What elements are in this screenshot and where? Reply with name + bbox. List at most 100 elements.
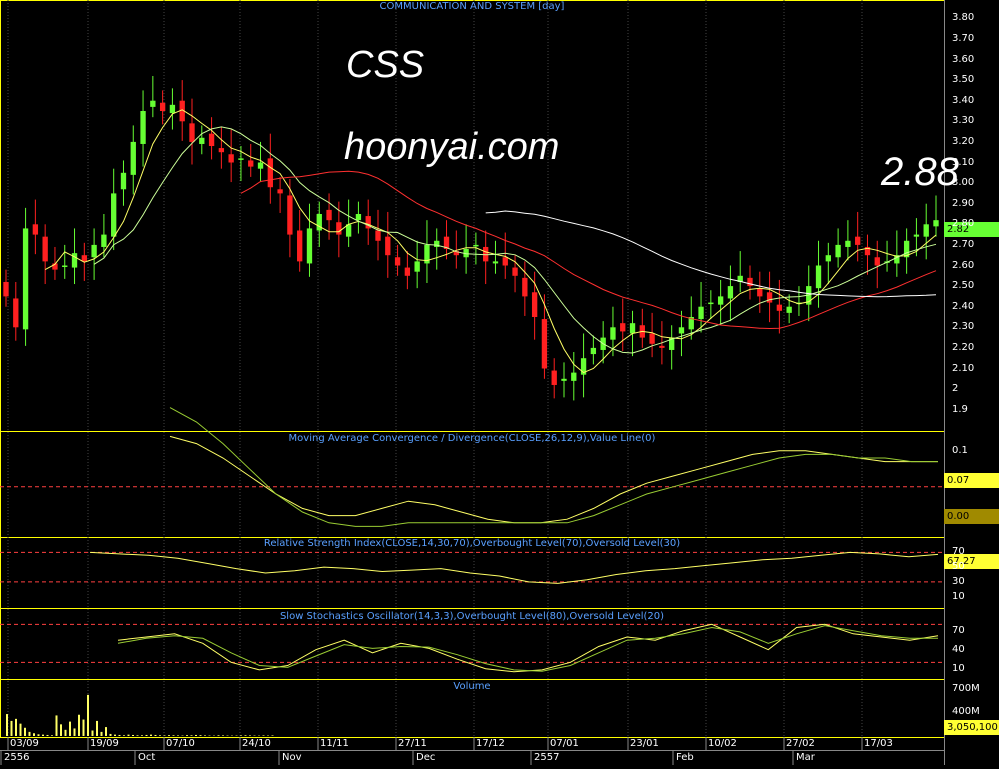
candle-body-48: [473, 245, 478, 247]
volume-bar-4: [24, 728, 26, 736]
price-ytick-12: 2.60: [952, 260, 974, 271]
volume-bar-34: [159, 735, 161, 736]
candle-body-12: [121, 173, 126, 189]
candle-body-15: [150, 101, 155, 107]
month-label-0: 2556: [4, 752, 29, 763]
ma-line-2: [241, 171, 936, 328]
volume-bar-8: [42, 735, 44, 736]
date-tick-4: 11/11: [320, 738, 349, 749]
volume-bar-48: [222, 735, 224, 736]
volume-bar-23: [110, 734, 112, 736]
candle-body-21: [209, 134, 214, 146]
candle-body-41: [405, 268, 410, 276]
volume-bar-33: [155, 735, 157, 736]
price-ytick-17: 2.10: [952, 363, 974, 374]
date-tick-7: 07/01: [550, 738, 579, 749]
volume-bar-10: [51, 735, 53, 736]
volume-bar-15: [74, 728, 76, 736]
candle-body-67: [659, 346, 664, 348]
candle-body-0: [3, 282, 8, 296]
date-tick-5: 27/11: [398, 738, 427, 749]
candle-body-7: [72, 253, 77, 267]
macd-title: Moving Average Convergence / Divergence(…: [0, 433, 944, 444]
volume-bar-35: [164, 735, 166, 736]
chart-title: COMMUNICATION AND SYSTEM [day]: [0, 1, 944, 12]
volume-bar-12: [60, 724, 62, 736]
volume-bar-18: [87, 695, 89, 736]
candle-body-62: [610, 327, 615, 339]
rsi-ytick-2: 30: [952, 576, 965, 587]
candle-body-42: [414, 261, 419, 271]
candle-body-83: [816, 266, 821, 289]
candle-body-29: [287, 195, 292, 234]
price-ytick-8: 3.00: [952, 177, 974, 188]
candle-body-39: [385, 237, 390, 256]
volume-bar-13: [65, 730, 67, 736]
volume-bar-42: [195, 735, 197, 736]
price-ytick-15: 2.30: [952, 321, 974, 332]
candle-body-86: [845, 241, 850, 247]
volume-bar-44: [204, 735, 206, 736]
candle-body-23: [228, 154, 233, 162]
candle-body-30: [297, 230, 302, 261]
candle-body-25: [248, 160, 253, 166]
candle-body-51: [503, 257, 508, 265]
price-ytick-0: 3.80: [952, 12, 974, 23]
month-label-5: Feb: [676, 752, 694, 763]
volume-bar-27: [128, 735, 130, 736]
volume-bar-54: [249, 735, 251, 736]
month-label-1: Oct: [138, 752, 155, 763]
volume-bar-19: [92, 731, 94, 736]
volume-bar-26: [123, 735, 125, 736]
candle-body-40: [395, 257, 400, 265]
price-ytick-18: 2: [952, 383, 958, 394]
candle-body-71: [698, 307, 703, 319]
candle-body-31: [307, 228, 312, 263]
month-label-6: Mar: [796, 752, 815, 763]
candle-body-26: [258, 163, 263, 169]
candle-body-78: [767, 292, 772, 302]
volume-bar-43: [200, 735, 202, 736]
volume-bar-22: [105, 727, 107, 736]
candle-body-6: [62, 266, 67, 268]
candle-body-72: [708, 303, 713, 305]
candle-body-36: [356, 214, 361, 220]
candle-body-38: [375, 230, 380, 240]
volume-bar-40: [186, 735, 188, 736]
volume-bar-5: [29, 732, 31, 736]
candle-body-16: [160, 103, 165, 111]
price-ytick-10: 2.80: [952, 218, 974, 229]
volume-bar-31: [146, 735, 148, 736]
date-tick-11: 17/03: [864, 738, 893, 749]
volume-bar-38: [177, 735, 179, 736]
volume-bar-16: [78, 715, 80, 736]
candle-body-95: [933, 220, 938, 226]
volume-bar-0: [6, 714, 8, 736]
stoch-ytick-1: 40: [952, 644, 965, 655]
candle-body-56: [552, 371, 557, 385]
volume-bar-2: [15, 719, 17, 736]
candle-body-32: [317, 214, 322, 230]
date-tick-1: 19/09: [90, 738, 119, 749]
candle-body-28: [277, 189, 282, 193]
price-ytick-2: 3.60: [952, 54, 974, 65]
chart-stage: COMMUNICATION AND SYSTEM [day] CSS hoony…: [0, 0, 999, 765]
stoch-line-0: [118, 624, 938, 672]
candle-body-17: [170, 105, 175, 113]
volume-bar-6: [33, 733, 35, 736]
volume-ytick-0: 700M: [952, 683, 980, 694]
price-ytick-13: 2.50: [952, 280, 974, 291]
rsi-ytick-0: 70: [952, 546, 965, 557]
stoch-ytick-0: 70: [952, 625, 965, 636]
price-ytick-7: 3.10: [952, 157, 974, 168]
candle-body-22: [219, 148, 224, 152]
volume-bar-59: [272, 735, 274, 736]
candle-body-76: [747, 278, 752, 286]
candle-body-74: [728, 286, 733, 298]
volume-bar-32: [150, 735, 152, 736]
price-ytick-16: 2.20: [952, 342, 974, 353]
date-tick-10: 27/02: [786, 738, 815, 749]
candle-body-8: [82, 255, 87, 261]
rsi-title: Relative Strength Index(CLOSE,14,30,70),…: [0, 538, 944, 549]
candle-body-57: [561, 379, 566, 381]
